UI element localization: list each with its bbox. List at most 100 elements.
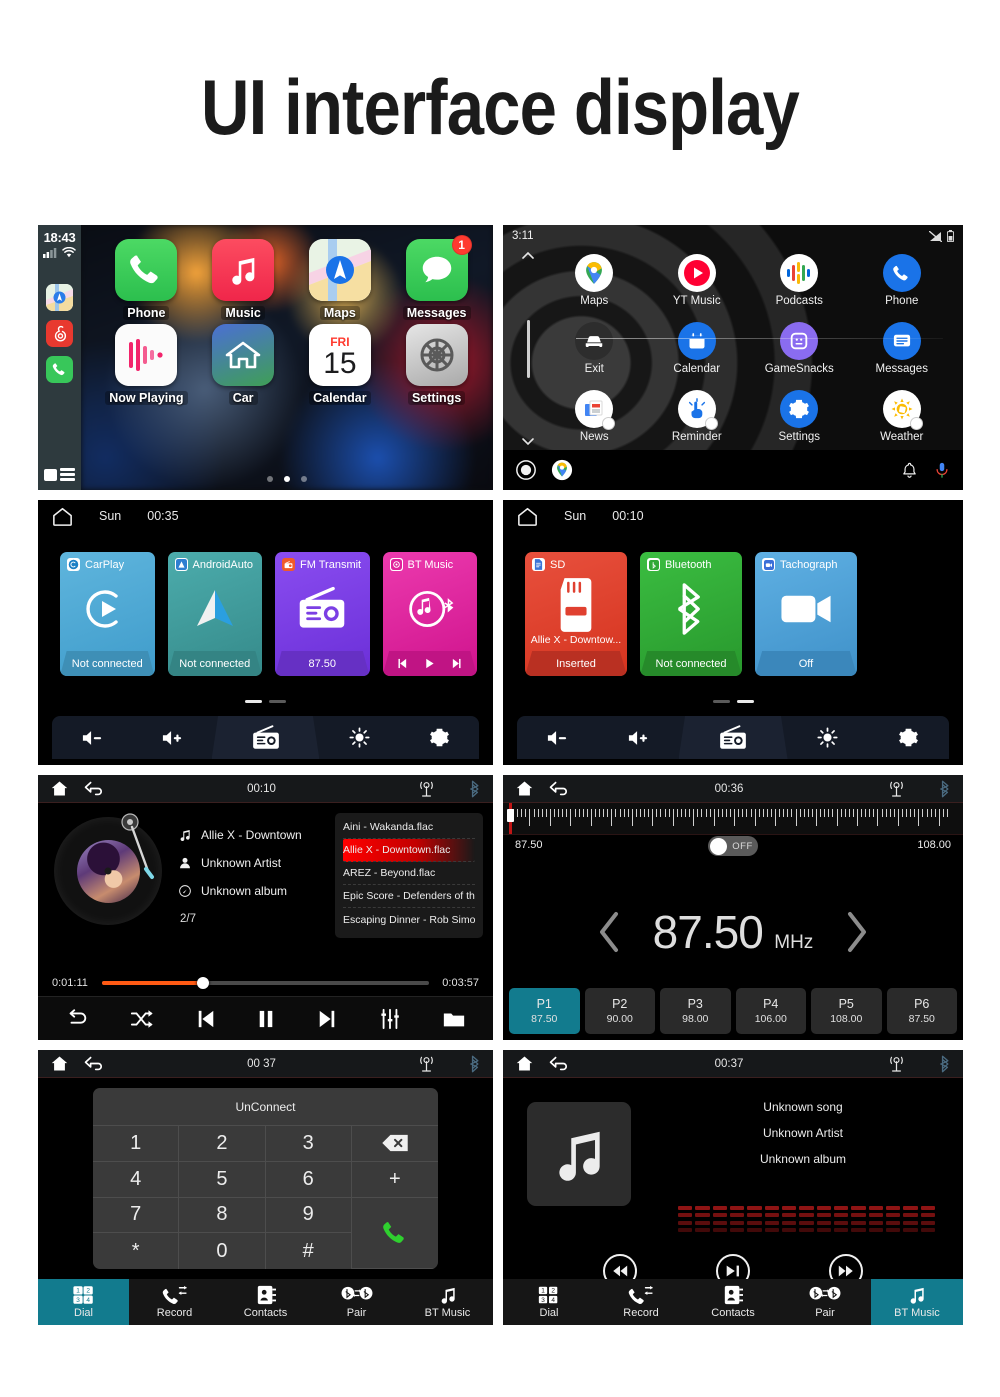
aa-app-exit[interactable]: Exit [543, 315, 646, 383]
tile-carplay[interactable]: CarPlay Not connected [60, 552, 155, 676]
bluetooth-icon[interactable] [469, 1055, 481, 1073]
aa-app-gamesnacks[interactable]: GameSnacks [748, 315, 851, 383]
tile-tachograph[interactable]: Tachograph Off [755, 552, 857, 676]
home-icon[interactable] [50, 780, 69, 797]
back-icon[interactable] [548, 780, 570, 797]
aa-app-maps[interactable]: Maps [543, 247, 646, 315]
tab-bt-music[interactable]: BT Music [871, 1279, 963, 1325]
dial-key-0[interactable]: 0 [179, 1233, 266, 1269]
tab-record[interactable]: Record [129, 1279, 220, 1325]
aa-app-ytmusic[interactable]: YT Music [646, 247, 749, 315]
radio-tuner-scale[interactable] [503, 803, 963, 835]
call-button[interactable] [351, 1198, 438, 1269]
carplay-app-phone[interactable]: Phone [98, 239, 195, 320]
tile-bluetooth[interactable]: Bluetooth Not connected [640, 552, 742, 676]
dial-key-hash[interactable]: # [266, 1233, 352, 1269]
playlist-item[interactable]: Escaping Dinner - Rob Simonse... [343, 908, 475, 931]
dial-key-4[interactable]: 4 [93, 1161, 180, 1198]
bluetooth-icon[interactable] [469, 780, 481, 798]
shuffle-icon[interactable] [130, 1008, 154, 1030]
dial-key-7[interactable]: 7 [93, 1197, 180, 1234]
tab-contacts[interactable]: Contacts [687, 1279, 779, 1325]
aa-app-podcasts[interactable]: Podcasts [748, 247, 851, 315]
carplay-app-maps[interactable]: Maps [292, 239, 389, 320]
tile-bt-music[interactable]: BT Music [382, 552, 477, 676]
circle-home-icon[interactable] [515, 459, 537, 481]
home-icon[interactable] [517, 507, 538, 526]
volume-down-button[interactable] [517, 716, 598, 759]
tab-pair[interactable]: Pair [311, 1279, 402, 1325]
carplay-app-calendar[interactable]: FRI 15 Calendar [292, 324, 389, 405]
carplay-app-settings[interactable]: Settings [388, 324, 485, 405]
pause-icon[interactable] [257, 1009, 275, 1029]
preset-button[interactable]: P4 106.00 [735, 988, 806, 1034]
seek-track[interactable] [102, 977, 429, 989]
settings-button[interactable] [868, 716, 949, 759]
folder-icon[interactable] [442, 1009, 466, 1029]
dial-key-5[interactable]: 5 [179, 1161, 266, 1198]
androidauto-scrollbar[interactable] [521, 251, 535, 446]
antenna-icon[interactable] [888, 1055, 905, 1073]
radio-button[interactable] [678, 716, 788, 759]
brightness-button[interactable] [319, 716, 399, 759]
tab-pair[interactable]: Pair [779, 1279, 871, 1325]
tuner-cursor[interactable] [507, 803, 514, 834]
netease-music-mini-icon[interactable] [46, 320, 73, 347]
carplay-app-now-playing[interactable]: Now Playing [98, 324, 195, 405]
dial-key-1[interactable]: 1 [93, 1126, 180, 1162]
previous-icon[interactable] [196, 1009, 216, 1029]
antenna-icon[interactable] [418, 780, 435, 798]
next-icon[interactable] [451, 658, 462, 669]
carplay-page-dots[interactable] [38, 476, 493, 482]
notification-bell-icon[interactable] [900, 461, 919, 480]
aa-app-settings[interactable]: Settings [748, 382, 851, 450]
preset-button[interactable]: P6 87.50 [886, 988, 957, 1034]
home-icon[interactable] [515, 780, 534, 797]
preset-button[interactable]: P5 108.00 [811, 988, 882, 1034]
seek-handle[interactable] [197, 977, 210, 989]
equalizer-icon[interactable] [379, 1008, 401, 1030]
aa-app-weather[interactable]: Weather [851, 382, 954, 450]
tab-bt-music[interactable]: BT Music [402, 1279, 493, 1325]
dial-key-3[interactable]: 3 [265, 1126, 352, 1162]
volume-down-button[interactable] [52, 716, 132, 759]
aa-app-messages[interactable]: Messages [851, 315, 954, 383]
volume-up-button[interactable] [598, 716, 679, 759]
tab-dial[interactable]: 1234 Dial [38, 1279, 129, 1325]
volume-up-button[interactable] [132, 716, 212, 759]
tab-dial[interactable]: 1234 Dial [503, 1279, 595, 1325]
maps-mini-icon[interactable] [46, 284, 73, 311]
bluetooth-icon[interactable] [939, 780, 951, 798]
dial-key-6[interactable]: 6 [265, 1161, 352, 1198]
dial-key-plus[interactable]: + [351, 1162, 438, 1198]
playlist-item[interactable]: Epic Score - Defenders of the Sk.. [343, 885, 475, 908]
dial-key-8[interactable]: 8 [179, 1197, 266, 1234]
home-page-dots[interactable] [38, 700, 493, 703]
settings-button[interactable] [399, 716, 479, 759]
progress-bar[interactable]: 0:01:11 0:03:57 [38, 972, 493, 994]
tab-contacts[interactable]: Contacts [220, 1279, 311, 1325]
home-icon[interactable] [50, 1055, 69, 1072]
carplay-app-car[interactable]: Car [195, 324, 292, 405]
carplay-app-messages[interactable]: 1 Messages [388, 235, 485, 320]
playlist-item[interactable]: Aini - Wakanda.flac [343, 816, 475, 839]
microphone-icon[interactable] [933, 460, 951, 480]
google-maps-icon[interactable] [551, 459, 573, 481]
aa-app-reminder[interactable]: Reminder [646, 382, 749, 450]
preset-button[interactable]: P1 87.50 [509, 988, 580, 1034]
aa-app-calendar[interactable]: Calendar [646, 315, 749, 383]
chevron-left-icon[interactable] [597, 910, 623, 954]
playlist-item[interactable]: AREZ - Beyond.flac [343, 862, 475, 885]
repeat-icon[interactable] [65, 1008, 89, 1030]
home-page-dots[interactable] [503, 700, 963, 703]
tile-sd[interactable]: SD Allie X - Downtow... Inserted [525, 552, 627, 676]
home-icon[interactable] [515, 1055, 534, 1072]
back-icon[interactable] [548, 1055, 570, 1072]
home-icon[interactable] [52, 507, 73, 526]
tile-footer-controls[interactable] [382, 651, 477, 676]
antenna-icon[interactable] [418, 1055, 435, 1073]
brightness-button[interactable] [788, 716, 869, 759]
carplay-app-music[interactable]: Music [195, 239, 292, 320]
radio-button[interactable] [211, 716, 320, 759]
dial-key-2[interactable]: 2 [179, 1126, 266, 1162]
